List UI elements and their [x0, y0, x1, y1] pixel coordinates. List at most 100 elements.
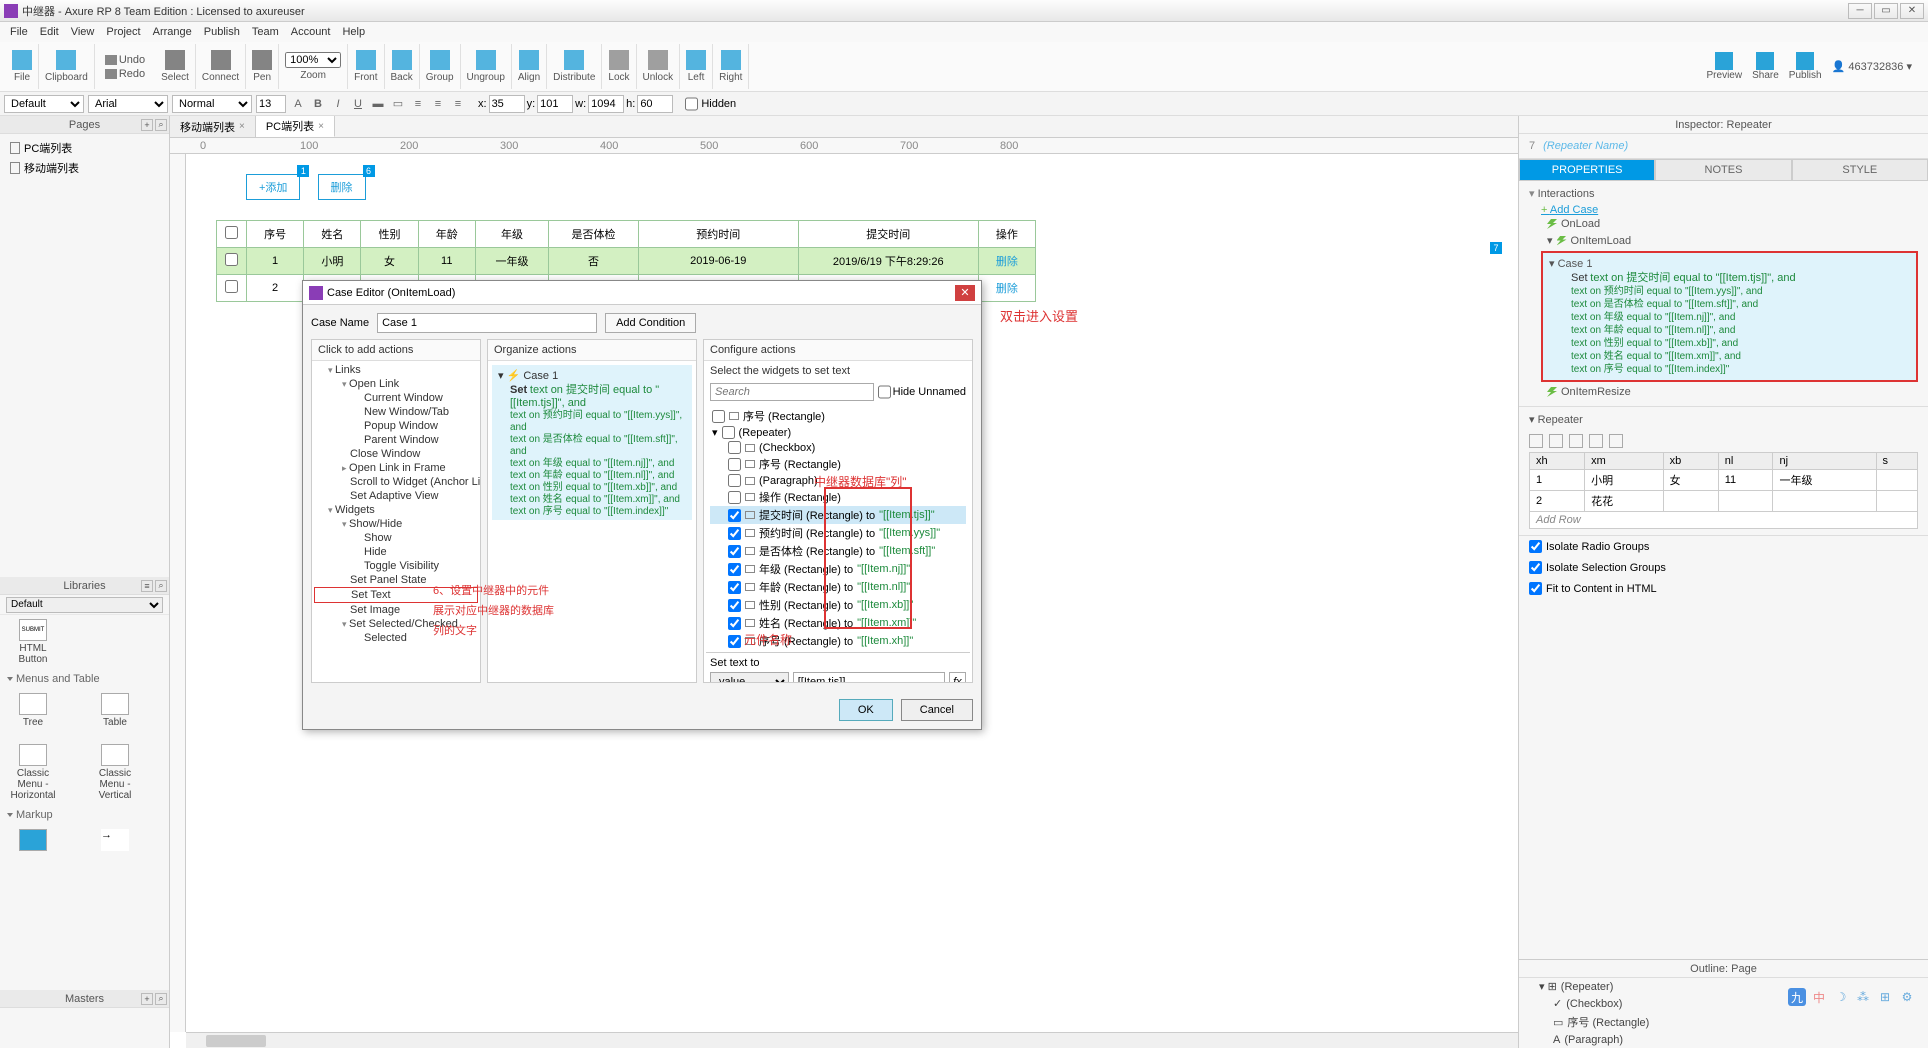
library-select[interactable]: Default [6, 597, 163, 613]
event-onload[interactable]: OnLoad [1529, 216, 1918, 232]
border-icon[interactable]: ▭ [390, 96, 406, 112]
distribute-icon[interactable] [564, 50, 584, 70]
lock-icon[interactable] [609, 50, 629, 70]
float-gear-icon[interactable]: ⚙ [1898, 988, 1916, 1006]
row-delete-link[interactable]: 删除 [978, 275, 1035, 302]
checkbox-all[interactable] [225, 226, 238, 239]
underline-icon[interactable]: U [350, 96, 366, 112]
left-icon[interactable] [686, 50, 706, 70]
tab-properties[interactable]: PROPERTIES [1519, 159, 1655, 181]
h-input[interactable] [637, 95, 673, 113]
float-icon[interactable]: 九 [1788, 988, 1806, 1006]
float-moon-icon[interactable]: ☽ [1832, 988, 1850, 1006]
lib-arrow[interactable]: → [86, 829, 144, 851]
pen-icon[interactable] [252, 50, 272, 70]
page-item[interactable]: 移动端列表 [4, 158, 165, 178]
share-button[interactable]: Share [1752, 52, 1779, 81]
font-size-input[interactable] [256, 95, 286, 113]
font-select[interactable]: Arial [88, 95, 168, 113]
select-icon[interactable] [165, 50, 185, 70]
maximize-button[interactable]: ▭ [1874, 3, 1898, 19]
align-left-icon[interactable]: ≡ [410, 96, 426, 112]
float-grid-icon[interactable]: ⊞ [1876, 988, 1894, 1006]
search-input[interactable] [710, 383, 874, 401]
color-icon[interactable]: A [290, 96, 306, 112]
lib-section-menus[interactable]: Menus and Table [0, 669, 169, 689]
y-input[interactable] [537, 95, 573, 113]
tab-mobile[interactable]: 移动端列表× [170, 116, 256, 137]
zoom-select[interactable]: 100% [285, 52, 341, 68]
style-preset-select[interactable]: Default [4, 95, 84, 113]
pages-search-icon[interactable]: ⌕ [155, 119, 167, 131]
add-case-link[interactable]: Add Case [1541, 204, 1918, 216]
event-onitemresize[interactable]: OnItemResize [1529, 384, 1918, 400]
unlock-icon[interactable] [648, 50, 668, 70]
group-icon[interactable] [430, 50, 450, 70]
rep-tool-icon[interactable] [1589, 434, 1603, 448]
back-icon[interactable] [392, 50, 412, 70]
tab-style[interactable]: STYLE [1792, 159, 1928, 181]
lib-section-markup[interactable]: Markup [0, 805, 169, 825]
set-text-value-input[interactable] [793, 672, 945, 682]
rep-tool-icon[interactable] [1609, 434, 1623, 448]
rep-tool-icon[interactable] [1549, 434, 1563, 448]
lib-snapshot[interactable] [4, 829, 62, 851]
close-icon[interactable]: × [318, 121, 324, 132]
table-row[interactable]: 1小明女11一年级否2019-06-192019/6/19 下午8:29:26删… [217, 248, 1036, 275]
rep-tool-icon[interactable] [1569, 434, 1583, 448]
preview-button[interactable]: Preview [1707, 52, 1743, 81]
menu-publish[interactable]: Publish [198, 26, 246, 38]
front-icon[interactable] [356, 50, 376, 70]
add-row[interactable]: Add Row [1530, 512, 1918, 529]
lib-html-button[interactable]: SUBMITHTML Button [4, 619, 62, 665]
dialog-title-bar[interactable]: Case Editor (OnItemLoad) ✕ [303, 281, 981, 305]
lib-search-icon[interactable]: ⌕ [155, 580, 167, 592]
x-input[interactable] [489, 95, 525, 113]
isolate-radio-checkbox[interactable] [1529, 540, 1542, 553]
organize-case[interactable]: ▾ ⚡ Case 1 Set text on 提交时间 equal to "[[… [492, 365, 692, 520]
isolate-selection-checkbox[interactable] [1529, 561, 1542, 574]
scrollbar-horizontal[interactable] [186, 1032, 1518, 1048]
italic-icon[interactable]: I [330, 96, 346, 112]
w-input[interactable] [588, 95, 624, 113]
case-name-input[interactable] [377, 313, 597, 333]
bold-icon[interactable]: B [310, 96, 326, 112]
float-icon[interactable]: ⁂ [1854, 988, 1872, 1006]
lib-table[interactable]: Table [86, 693, 144, 728]
rep-tool-icon[interactable] [1529, 434, 1543, 448]
fit-content-checkbox[interactable] [1529, 582, 1542, 595]
publish-button[interactable]: Publish [1789, 52, 1822, 81]
file-icon[interactable] [12, 50, 32, 70]
align-right-icon[interactable]: ≡ [450, 96, 466, 112]
lib-menu-v[interactable]: Classic Menu - Vertical [86, 744, 144, 801]
lib-tree[interactable]: Tree [4, 693, 62, 728]
hidden-checkbox[interactable]: Hidden [685, 95, 736, 113]
menu-view[interactable]: View [65, 26, 101, 38]
menu-help[interactable]: Help [336, 26, 371, 38]
fx-button[interactable]: fx [949, 672, 966, 682]
masters-add-icon[interactable]: + [141, 993, 153, 1005]
add-condition-button[interactable]: Add Condition [605, 313, 696, 333]
pages-add-icon[interactable]: + [141, 119, 153, 131]
add-button[interactable]: +添加1 [246, 174, 300, 200]
right-icon[interactable] [721, 50, 741, 70]
menu-edit[interactable]: Edit [34, 26, 65, 38]
repeater-data-table[interactable]: xhxmxbnlnjs 1小明女11一年级 2花花 Add Row [1529, 452, 1918, 529]
masters-search-icon[interactable]: ⌕ [155, 993, 167, 1005]
align-icon[interactable] [519, 50, 539, 70]
menu-arrange[interactable]: Arrange [147, 26, 198, 38]
undo-button[interactable]: Undo [101, 53, 149, 67]
clipboard-icon[interactable] [56, 50, 76, 70]
widget-tree[interactable]: 序号 (Rectangle) ▾ (Repeater) (Checkbox) 序… [706, 405, 970, 652]
outline-item[interactable]: A (Paragraph) [1519, 1032, 1928, 1048]
tab-pc[interactable]: PC端列表× [256, 116, 335, 137]
lib-menu-h[interactable]: Classic Menu - Horizontal [4, 744, 62, 801]
weight-select[interactable]: Normal [172, 95, 252, 113]
set-text-type-select[interactable]: value [710, 672, 789, 682]
close-icon[interactable]: × [239, 121, 245, 132]
menu-team[interactable]: Team [246, 26, 285, 38]
delete-button[interactable]: 删除6 [318, 174, 366, 200]
menu-account[interactable]: Account [285, 26, 337, 38]
row-delete-link[interactable]: 删除 [978, 248, 1035, 275]
dialog-close-button[interactable]: ✕ [955, 285, 975, 301]
